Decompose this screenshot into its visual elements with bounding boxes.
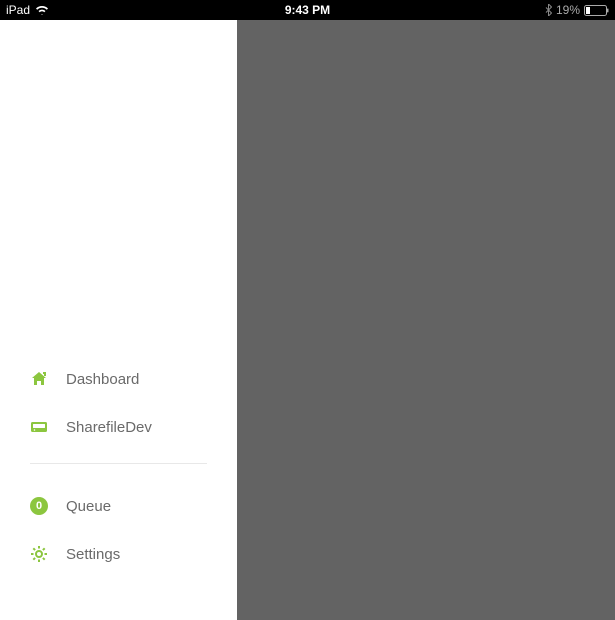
wifi-icon bbox=[35, 5, 49, 15]
status-right: 19% bbox=[545, 3, 609, 17]
drive-icon bbox=[30, 418, 48, 436]
battery-percent: 19% bbox=[556, 3, 580, 17]
sidebar-item-label: Queue bbox=[66, 498, 111, 515]
sidebar-item-sharefiledev[interactable]: SharefileDev bbox=[30, 403, 207, 451]
bluetooth-icon bbox=[545, 4, 552, 16]
queue-badge-icon: 0 bbox=[30, 497, 48, 515]
status-bar: iPad 9:43 PM 19% bbox=[0, 0, 615, 20]
sidebar-item-label: SharefileDev bbox=[66, 419, 152, 436]
device-label: iPad bbox=[6, 3, 30, 17]
sidebar-divider bbox=[30, 463, 207, 464]
sidebar-item-queue[interactable]: 0 Queue bbox=[30, 482, 207, 530]
app-body: Dashboard SharefileDev 0 Queue bbox=[0, 20, 615, 620]
sidebar-item-label: Dashboard bbox=[66, 371, 139, 388]
main-content-overlay[interactable] bbox=[237, 20, 615, 620]
sidebar: Dashboard SharefileDev 0 Queue bbox=[0, 20, 237, 620]
gear-icon bbox=[30, 545, 48, 563]
sidebar-item-label: Settings bbox=[66, 546, 120, 563]
home-icon bbox=[30, 370, 48, 388]
battery-icon bbox=[584, 5, 609, 16]
status-time: 9:43 PM bbox=[285, 3, 330, 17]
sidebar-item-settings[interactable]: Settings bbox=[30, 530, 207, 578]
sidebar-item-dashboard[interactable]: Dashboard bbox=[30, 355, 207, 403]
status-left: iPad bbox=[6, 3, 49, 17]
sidebar-menu: Dashboard SharefileDev 0 Queue bbox=[0, 355, 237, 578]
queue-count-badge: 0 bbox=[30, 497, 48, 515]
